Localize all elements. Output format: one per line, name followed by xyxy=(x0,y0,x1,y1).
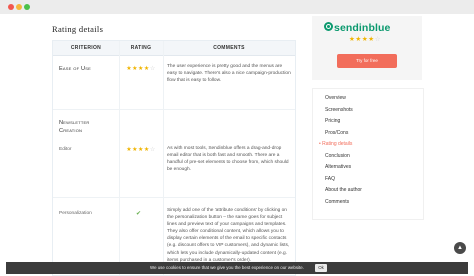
rating-stars-ease-of-use: ★★★★☆ xyxy=(121,65,161,72)
toc-item-pros-cons[interactable]: Pros/Cons xyxy=(325,130,348,136)
toc-item-rating-details[interactable]: • Rating details xyxy=(319,141,352,147)
toc-item-faq[interactable]: FAQ xyxy=(325,176,335,182)
column-divider xyxy=(119,41,120,275)
toc-item-about-author[interactable]: About the author xyxy=(325,187,362,193)
toc-item-pricing[interactable]: Pricing xyxy=(325,118,340,124)
criterion-ease-of-use: Ease of Use xyxy=(59,66,91,72)
criterion-newsletter-line1: Newsletter xyxy=(59,120,90,126)
criterion-newsletter-line2: Creation xyxy=(59,128,83,134)
try-for-free-button[interactable]: Try for free xyxy=(337,54,397,68)
checkmark-icon: ✔ xyxy=(136,211,142,217)
page-content: Rating details CRITERION RATING COMMENTS… xyxy=(0,14,474,276)
empty-star-icon: ☆ xyxy=(374,36,382,43)
star-icons: ★★★★ xyxy=(126,147,150,153)
comment-ease-of-use: The user experience is pretty good and t… xyxy=(167,64,291,84)
subcriterion-personalization: Personalization xyxy=(59,211,92,216)
toc-item-screenshots[interactable]: Screenshots xyxy=(325,107,353,113)
column-divider xyxy=(163,41,164,275)
star-icons: ★★★★ xyxy=(126,66,150,72)
empty-star-icon: ☆ xyxy=(149,147,156,153)
comment-editor: As with most tools, Sendinblue offers a … xyxy=(167,146,289,173)
scroll-to-top-button[interactable]: ▲ xyxy=(454,242,466,254)
comment-personalization: Simply add one of the 'attribute conditi… xyxy=(167,208,290,263)
toc-item-comments[interactable]: Comments xyxy=(325,199,349,205)
section-title: Rating details xyxy=(52,24,104,34)
minimize-window-icon[interactable] xyxy=(16,4,22,10)
vendor-rating-stars: ★★★★☆ xyxy=(349,35,381,43)
toc-item-alternatives[interactable]: Alternatives xyxy=(325,164,351,170)
table-of-contents: Overview Screenshots Pricing Pros/Cons •… xyxy=(312,88,424,220)
header-criterion: CRITERION xyxy=(70,45,102,51)
star-icons: ★★★★ xyxy=(349,36,375,43)
vendor-card: sendinblue ★★★★☆ Try for free xyxy=(312,16,422,80)
row-divider xyxy=(53,109,295,110)
header-comments: COMMENTS xyxy=(213,45,245,51)
close-window-icon[interactable] xyxy=(8,4,14,10)
header-rating: RATING xyxy=(130,45,152,51)
table-header: CRITERION RATING COMMENTS xyxy=(53,41,295,56)
cookie-message: We use cookies to ensure that we give yo… xyxy=(150,265,304,270)
toc-item-conclusion[interactable]: Conclusion xyxy=(325,153,350,159)
row-divider xyxy=(53,197,295,198)
toc-item-label: Rating details xyxy=(322,141,353,147)
cookie-ok-button[interactable]: Ok xyxy=(315,264,327,272)
subcriterion-editor: Editor xyxy=(59,147,72,152)
cookie-banner: We use cookies to ensure that we give yo… xyxy=(6,262,468,274)
vendor-logo-text: sendinblue xyxy=(334,22,391,34)
rating-stars-editor: ★★★★☆ xyxy=(121,146,161,153)
sendinblue-logo-icon xyxy=(324,22,333,31)
maximize-window-icon[interactable] xyxy=(24,4,30,10)
empty-star-icon: ☆ xyxy=(149,66,156,72)
rating-table: CRITERION RATING COMMENTS Ease of Use ★★… xyxy=(52,40,296,276)
toc-item-overview[interactable]: Overview xyxy=(325,95,346,101)
browser-titlebar xyxy=(0,0,474,15)
